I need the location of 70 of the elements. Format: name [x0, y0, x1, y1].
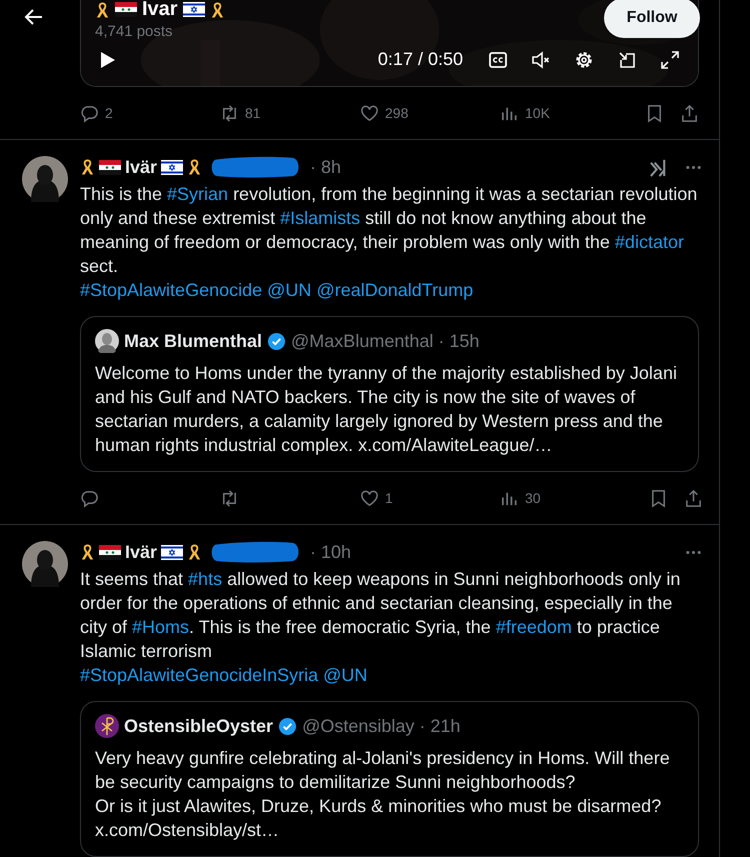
quoted-post[interactable] [80, 316, 699, 472]
hashtag-link[interactable]: #Syrian [167, 184, 228, 204]
reply-icon[interactable] [80, 488, 99, 508]
mute-icon[interactable] [531, 50, 551, 70]
post-time: · 15h [438, 330, 480, 352]
repost-count: 81 [245, 105, 261, 121]
reply-count: 2 [105, 105, 113, 121]
fullscreen-icon[interactable] [660, 50, 680, 70]
author-name: OstensibleOyster [124, 716, 274, 736]
author-name[interactable]: Ivär [125, 542, 158, 562]
post-text: It seems that #hts allowed to keep weapons in Sunni neighborhoods only in order for the operations of ethnic and sectarian cleansing, especially in the city of #Homs. This is the free democratic Syria, the #freedom to practice Islamic terrorism #StopAlawiteGenocideInSyria @UN [80, 568, 682, 687]
ribbon-icon [187, 543, 202, 561]
post-time[interactable]: · 8h [310, 156, 342, 178]
hashtag-link[interactable]: #dictator [614, 232, 684, 252]
settings-icon[interactable] [574, 50, 594, 70]
share-icon[interactable] [684, 488, 703, 508]
heart-icon[interactable] [360, 488, 379, 508]
ribbon-icon [80, 543, 95, 561]
quoted-post[interactable] [80, 701, 699, 857]
author-handle: @Ostensiblay [302, 716, 414, 736]
author-name[interactable]: Ivär [125, 156, 158, 178]
post-count: 4,741 posts [95, 23, 174, 40]
ribbon-icon [210, 0, 225, 18]
back-arrow-icon[interactable] [24, 7, 44, 27]
avatar[interactable] [22, 156, 68, 202]
follow-button[interactable]: Follow [604, 0, 700, 38]
flag-icon [99, 160, 121, 174]
miniplayer-icon[interactable] [617, 50, 637, 70]
quoted-text: Welcome to Homs under the tyranny of the majority established by Jolani and his Gulf and NATO backers. The city is now the site of waves of sectarian murders, a calamity largely ignored by Western press and the human rights industrial complex. x.com/AlawiteLeague/… [95, 362, 678, 457]
hashtag-link[interactable]: #StopAlawiteGenocideInSyria [80, 665, 318, 685]
profile-name: Ivar [142, 0, 178, 21]
ribbon-icon [80, 158, 95, 176]
hashtag-link[interactable]: #Islamists [280, 208, 360, 228]
view-count: 30 [525, 490, 541, 506]
repost-icon[interactable] [220, 488, 239, 508]
bookmark-icon[interactable] [649, 488, 668, 508]
mention-link[interactable]: @UN [267, 280, 312, 300]
share-icon[interactable] [680, 104, 699, 122]
avatar [95, 714, 119, 738]
flag-icon [99, 544, 121, 560]
mention-link[interactable]: @UN [323, 665, 368, 685]
hashtag-link[interactable]: #hts [188, 569, 222, 589]
ribbon-icon [95, 0, 110, 18]
post-time[interactable]: · 10h [310, 542, 352, 562]
video-time: 0:17 / 0:50 [378, 49, 463, 70]
view-count: 10K [525, 105, 550, 121]
flag-icon [115, 2, 137, 17]
avatar [95, 329, 119, 353]
captions-icon[interactable] [488, 50, 508, 70]
flag-icon [161, 160, 184, 174]
reply-icon[interactable] [80, 104, 99, 122]
repost-icon[interactable] [220, 104, 239, 122]
like-count: 298 [385, 105, 408, 121]
post-text: This is the #Syrian revolution, from the beginning it was a sectarian revolution only and these extremist #Islamists still do not know anything about the meaning of freedom or democracy, their problem was only with the #dictator sect. #StopAlawiteGenocide @UN @realDonaldTrump [80, 183, 698, 302]
avatar[interactable] [22, 541, 68, 587]
mention-link[interactable]: @realDonaldTrump [316, 280, 474, 300]
bookmark-icon[interactable] [645, 104, 664, 122]
post-time: · 21h [419, 716, 460, 736]
hashtag-link[interactable]: #StopAlawiteGenocide [80, 280, 262, 300]
author-name: Max Blumenthal [124, 330, 262, 352]
hashtag-link[interactable]: #Homs [132, 617, 190, 637]
flag-icon [182, 2, 205, 17]
heart-icon[interactable] [360, 104, 379, 122]
author-handle: @MaxBlumenthal [291, 330, 434, 352]
hashtag-link[interactable]: #freedom [496, 617, 572, 637]
flag-icon [161, 544, 184, 560]
ribbon-icon [187, 158, 202, 176]
slash-logo-icon[interactable] [649, 158, 668, 176]
quoted-text: Very heavy gunfire celebrating al-Jolani's presidency in Homs. Will there be security campaigns to demilitarize Sunni neighborhoods? Or is it just Alawites, Druze, Kurds & minorities who must be disarmed? x.com/Ostensiblay/st… [95, 747, 671, 842]
like-count: 1 [385, 490, 393, 506]
